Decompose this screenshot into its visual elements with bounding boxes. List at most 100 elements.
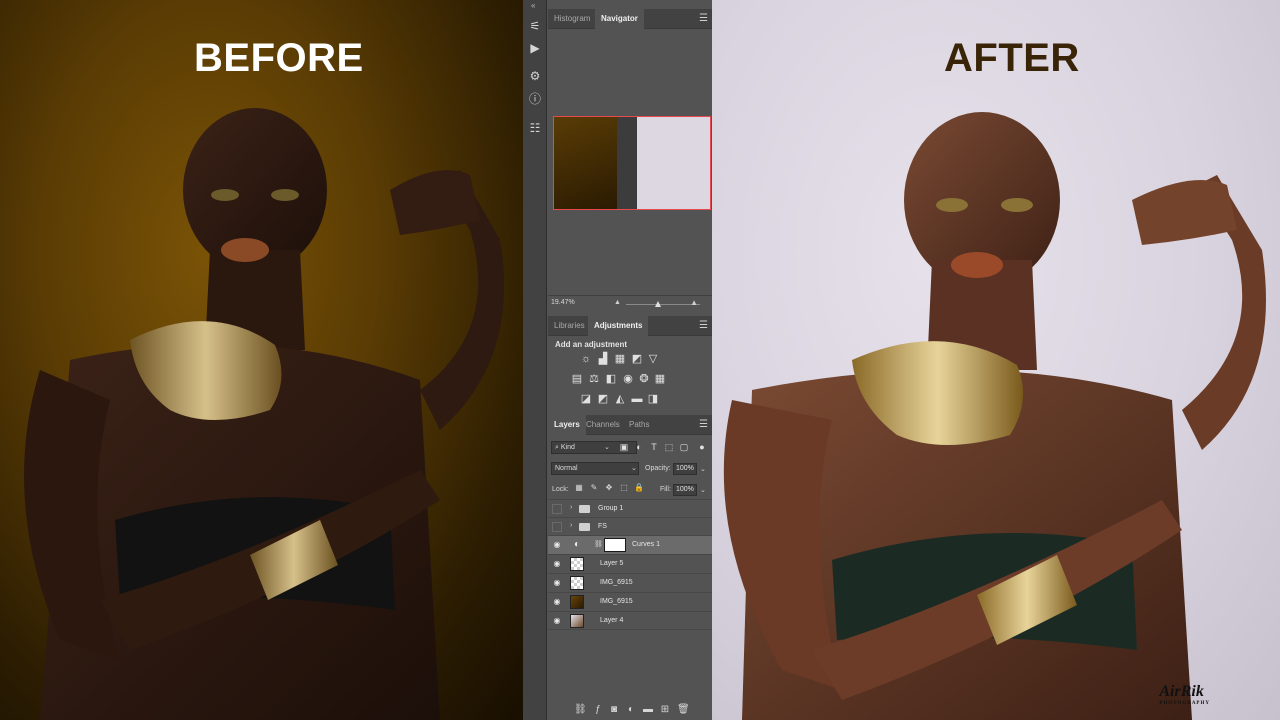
visibility-toggle[interactable] bbox=[552, 504, 562, 514]
curves-icon[interactable]: ▦ bbox=[614, 353, 626, 365]
exposure-icon[interactable]: ◩ bbox=[631, 353, 643, 365]
new-adjustment-icon[interactable]: ◐ bbox=[625, 704, 637, 716]
layer-thumbnail bbox=[570, 576, 584, 590]
layer-thumbnail bbox=[570, 614, 584, 628]
layer-thumbnail bbox=[570, 557, 584, 571]
fill-field[interactable]: 100% bbox=[673, 484, 697, 496]
link-icon[interactable]: ⛓ bbox=[594, 540, 603, 548]
panel-menu-icon[interactable]: ☰ bbox=[699, 420, 708, 430]
blend-mode-select[interactable]: Normal bbox=[551, 462, 639, 475]
lock-transparent-icon[interactable]: ▦ bbox=[574, 483, 584, 493]
watermark-text: AirRik bbox=[1159, 683, 1204, 700]
after-photo-panel: AFTER AirRik PHOTOGRAPHY bbox=[712, 0, 1280, 720]
vibrance-icon[interactable]: ▽ bbox=[647, 353, 659, 365]
navigator-preview[interactable] bbox=[553, 116, 711, 210]
panel-menu-icon[interactable]: ☰ bbox=[699, 14, 708, 24]
adjustments-tabbar: Libraries Adjustments ☰ bbox=[548, 316, 712, 336]
layer-row-fs[interactable]: › FS bbox=[548, 517, 712, 536]
chevron-right-icon[interactable]: › bbox=[570, 522, 572, 529]
photo-filter-icon[interactable]: ◉ bbox=[622, 373, 634, 385]
lock-image-icon[interactable]: ✎ bbox=[589, 483, 599, 493]
link-layers-icon[interactable]: ⛓ bbox=[574, 704, 587, 716]
filter-shape-icon[interactable]: ⬚ bbox=[664, 442, 674, 452]
history-icon[interactable]: ⚟ bbox=[527, 18, 543, 34]
visibility-toggle[interactable] bbox=[552, 522, 562, 532]
layer-mask-thumbnail[interactable] bbox=[604, 538, 626, 552]
zoom-in-icon[interactable]: ▲ bbox=[690, 298, 698, 307]
filter-adjustment-icon[interactable]: ◐ bbox=[634, 442, 644, 452]
levels-icon[interactable]: ▟ bbox=[597, 353, 609, 365]
before-caption: BEFORE bbox=[194, 36, 364, 80]
gradient-map-icon[interactable]: ▬ bbox=[631, 393, 643, 405]
panel-menu-icon[interactable]: ☰ bbox=[699, 321, 708, 331]
tab-adjustments[interactable]: Adjustments bbox=[588, 316, 649, 336]
chevron-down-icon[interactable]: ⌄ bbox=[604, 443, 610, 451]
layer-name: Layer 4 bbox=[600, 617, 624, 624]
eye-icon[interactable]: ◉ bbox=[552, 540, 562, 550]
posterize-icon[interactable]: ◩ bbox=[597, 393, 609, 405]
info-icon[interactable]: ⓘ bbox=[527, 91, 543, 107]
chevron-down-icon[interactable]: ⌄ bbox=[631, 464, 637, 472]
lock-label: Lock: bbox=[552, 486, 569, 493]
after-portrait-image bbox=[723, 112, 1266, 720]
filter-toggle-icon[interactable]: ● bbox=[697, 442, 707, 452]
tab-channels[interactable]: Channels bbox=[580, 415, 626, 435]
navigator-tabbar: Histogram Navigator ☰ bbox=[548, 9, 712, 29]
zoom-out-icon[interactable]: ▲ bbox=[614, 299, 621, 306]
threshold-icon[interactable]: ◭ bbox=[614, 393, 626, 405]
filter-type-icon[interactable]: T bbox=[649, 442, 659, 452]
eye-icon[interactable]: ◉ bbox=[552, 578, 562, 588]
layer-row-layer-5[interactable]: ◉ Layer 5 bbox=[548, 554, 712, 573]
filter-pixel-icon[interactable]: ▣ bbox=[619, 442, 629, 452]
eye-icon[interactable]: ◉ bbox=[552, 616, 562, 626]
zoom-value[interactable]: 19.47% bbox=[551, 299, 575, 306]
eye-icon[interactable]: ◉ bbox=[552, 597, 562, 607]
layer-comps-icon[interactable]: ☷ bbox=[527, 120, 543, 136]
tab-histogram[interactable]: Histogram bbox=[548, 9, 596, 29]
tab-navigator[interactable]: Navigator bbox=[595, 9, 644, 29]
layer-name: Curves 1 bbox=[632, 541, 661, 548]
brightness-icon[interactable]: ☼ bbox=[580, 353, 592, 365]
lock-artboard-icon[interactable]: ⬚ bbox=[619, 483, 629, 493]
lock-all-icon[interactable]: 🔒 bbox=[634, 483, 644, 493]
curves-adjustment-icon: ◐ bbox=[573, 539, 581, 550]
opacity-chevron-icon[interactable]: ⌄ bbox=[700, 465, 706, 473]
chevron-right-icon[interactable]: › bbox=[570, 504, 572, 511]
opacity-field[interactable]: 100% bbox=[673, 463, 697, 475]
new-group-icon[interactable]: ▬ bbox=[642, 704, 654, 716]
actions-play-icon[interactable]: ▶ bbox=[527, 40, 543, 56]
trash-icon[interactable]: 🗑 bbox=[677, 704, 690, 716]
zoom-slider[interactable] bbox=[626, 304, 700, 305]
layer-row-img-6915-a[interactable]: ◉ IMG_6915 bbox=[548, 573, 712, 592]
tab-libraries[interactable]: Libraries bbox=[548, 316, 591, 336]
zoom-slider-handle[interactable] bbox=[655, 301, 661, 307]
layer-row-layer-4[interactable]: ◉ Layer 4 bbox=[548, 611, 712, 630]
layer-row-group-1[interactable]: › Group 1 bbox=[548, 499, 712, 518]
fill-chevron-icon[interactable]: ⌄ bbox=[700, 486, 706, 494]
selective-color-icon[interactable]: ◨ bbox=[647, 393, 659, 405]
layer-row-curves-1[interactable]: ◉ ◐ ⛓ Curves 1 bbox=[548, 535, 712, 554]
before-portrait-image bbox=[24, 108, 504, 720]
layer-name: Layer 5 bbox=[600, 560, 624, 567]
layers-footer: ⛓ ƒ ◙ ◐ ▬ ⊞ 🗑 bbox=[548, 700, 712, 720]
properties-icon[interactable]: ⚙ bbox=[527, 68, 543, 84]
color-lookup-icon[interactable]: ▦ bbox=[654, 373, 666, 385]
add-adjustment-title: Add an adjustment bbox=[555, 340, 628, 349]
hue-saturation-icon[interactable]: ▤ bbox=[571, 373, 583, 385]
navigator-zoom-row: 19.47% ▲ ▲ bbox=[548, 295, 712, 311]
collapse-icon[interactable]: « bbox=[531, 1, 535, 10]
add-mask-icon[interactable]: ◙ bbox=[608, 704, 620, 716]
color-balance-icon[interactable]: ⚖ bbox=[588, 373, 600, 385]
layer-row-img-6915-b[interactable]: ◉ IMG_6915 bbox=[548, 592, 712, 611]
invert-icon[interactable]: ◪ bbox=[580, 393, 592, 405]
filter-smart-icon[interactable]: ▢ bbox=[679, 442, 689, 452]
tab-paths[interactable]: Paths bbox=[623, 415, 655, 435]
lock-position-icon[interactable]: ✥ bbox=[604, 483, 614, 493]
black-white-icon[interactable]: ◧ bbox=[605, 373, 617, 385]
view-box-frame[interactable] bbox=[553, 116, 711, 210]
layers-tabbar: Layers Channels Paths ☰ bbox=[548, 415, 712, 435]
new-layer-icon[interactable]: ⊞ bbox=[659, 704, 671, 716]
fx-icon[interactable]: ƒ bbox=[592, 704, 604, 716]
eye-icon[interactable]: ◉ bbox=[552, 559, 562, 569]
channel-mixer-icon[interactable]: ❂ bbox=[638, 373, 650, 385]
